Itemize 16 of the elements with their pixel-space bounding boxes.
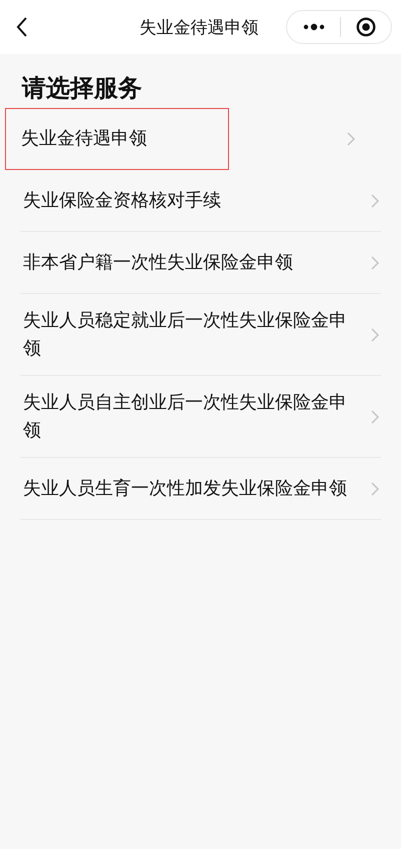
service-item[interactable]: 失业人员稳定就业后一次性失业保险金申领 (20, 294, 381, 376)
chevron-icon (347, 132, 355, 146)
back-icon[interactable] (16, 17, 28, 37)
service-item[interactable]: 失业人员生育一次性加发失业保险金申领 (20, 458, 381, 520)
chevron-icon (371, 410, 379, 424)
service-item[interactable]: 失业保险金资格核对手续 (20, 170, 381, 232)
chevron-icon (371, 328, 379, 342)
page-title: 失业金待遇申领 (138, 16, 260, 38)
section-heading: 请选择服务 (20, 73, 143, 104)
chevron-icon (371, 256, 379, 270)
more-icon[interactable] (302, 23, 324, 31)
close-icon[interactable] (356, 17, 376, 37)
chevron-icon (371, 194, 379, 208)
chevron-icon (371, 482, 379, 496)
service-item[interactable]: 非本省户籍一次性失业保险金申领 (20, 232, 381, 294)
service-item[interactable]: 失业人员自主创业后一次性失业保险金申领 (20, 376, 381, 458)
